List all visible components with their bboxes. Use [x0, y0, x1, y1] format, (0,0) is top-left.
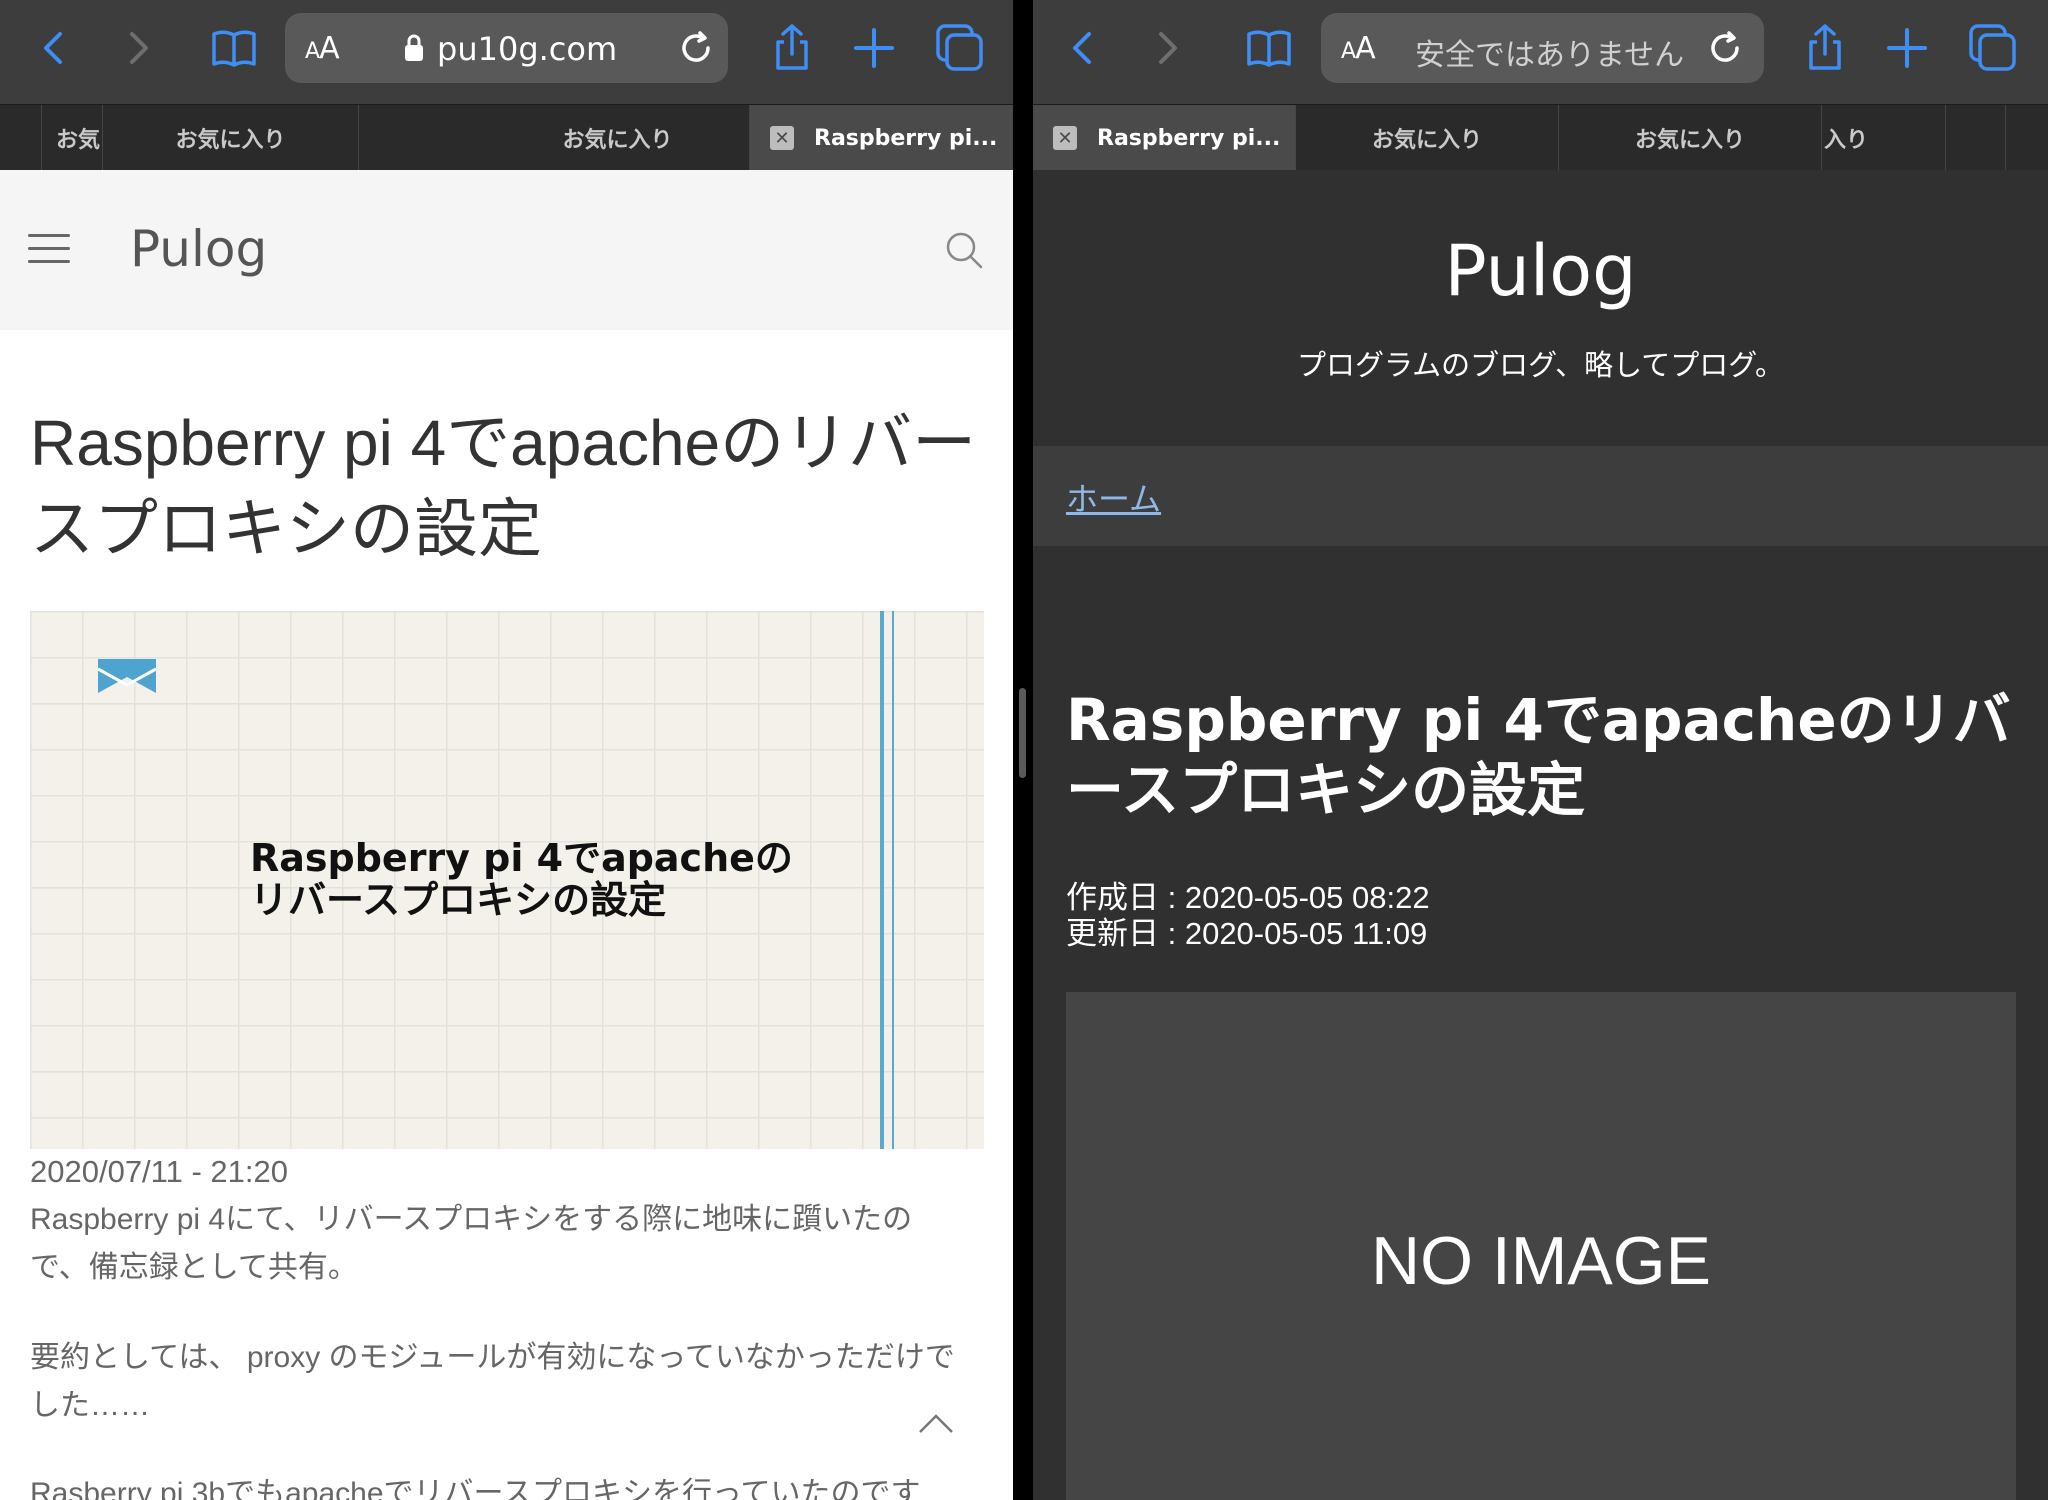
lock-icon: [405, 34, 423, 61]
tab-stub[interactable]: [1946, 105, 2006, 171]
article-date: 2020/07/11 - 21:20: [30, 1154, 288, 1189]
tab-favorites[interactable]: お気に入り: [486, 105, 750, 171]
site-header: Pulog プログラムのブログ、略してプログ。: [1033, 170, 2048, 446]
hero-caption: Raspberry pi 4でapacheの リバースプロキシの設定: [250, 836, 793, 922]
reader-text-size-button[interactable]: AAAA: [305, 31, 340, 66]
tab-raspberry-pi-active[interactable]: ✕ Raspberry pi...: [1033, 105, 1296, 171]
no-image-placeholder: NO IMAGE: [1066, 992, 2016, 1500]
no-image-label: NO IMAGE: [1370, 1223, 1712, 1299]
bookmark-ribbon-icon: [98, 659, 156, 693]
share-icon[interactable]: [764, 20, 820, 76]
breadcrumb-home-link[interactable]: ホーム: [1066, 474, 1161, 520]
share-icon[interactable]: [1797, 20, 1853, 76]
site-header: Pulog: [0, 170, 1013, 330]
site-title[interactable]: Pulog: [1033, 230, 2048, 312]
left-address-bar[interactable]: AAAA pu10g.com: [285, 13, 728, 83]
left-url-text: pu10g.com: [437, 30, 618, 68]
tab-raspberry-pi-active[interactable]: ✕ Raspberry pi...: [750, 105, 1013, 171]
tab-favorites[interactable]: お気に入り: [1559, 105, 1822, 171]
close-tab-icon[interactable]: ✕: [770, 126, 794, 150]
right-address-bar[interactable]: AA 安全ではありません: [1321, 13, 1764, 83]
search-icon[interactable]: [944, 230, 984, 270]
menu-icon[interactable]: [28, 234, 70, 264]
article-paragraph: 要約としては、 proxy のモジュールが有効になっていなかっただけでした……: [30, 1341, 955, 1422]
tab-spacer: [359, 105, 486, 171]
reload-icon[interactable]: [675, 27, 717, 69]
article-title: Raspberry pi 4でapacheのリバースプロキシの設定: [1066, 686, 2011, 824]
right-browser-pane: AA 安全ではありません ✕ Raspberry pi... お気に入り お気に入…: [1033, 0, 2048, 1500]
reader-text-size-button[interactable]: AA: [1341, 31, 1376, 66]
right-tab-bar: ✕ Raspberry pi... お気に入り お気に入り 入り: [1033, 104, 2048, 171]
tab-stub[interactable]: [2006, 105, 2048, 171]
tab-favorites[interactable]: お気に入り: [1296, 105, 1559, 171]
new-tab-icon[interactable]: [846, 20, 902, 76]
tab-stub[interactable]: [0, 105, 42, 171]
article-title: Raspberry pi 4でapacheのリバースプロキシの設定: [30, 407, 977, 565]
split-view-handle[interactable]: [1019, 688, 1026, 778]
left-toolbar: AAAA pu10g.com: [0, 0, 1013, 104]
back-icon[interactable]: [1055, 20, 1111, 76]
article-hero-image[interactable]: Raspberry pi 4でapacheの リバースプロキシの設定: [30, 611, 984, 1149]
tab-favorites[interactable]: お気に入り: [103, 105, 359, 171]
close-tab-icon[interactable]: ✕: [1053, 126, 1077, 150]
article-paragraph: Raspberry pi 4にて、リバースプロキシをする際に地味に躓いたので、備…: [30, 1203, 913, 1284]
not-secure-label: 安全ではありません: [1415, 38, 1685, 73]
tab-favorites[interactable]: 入り: [1822, 105, 1946, 171]
forward-icon[interactable]: [1139, 20, 1195, 76]
site-title[interactable]: Pulog: [130, 220, 267, 278]
right-toolbar: AA 安全ではありません: [1033, 0, 2048, 104]
left-browser-pane: AAAA pu10g.com お気 お気に入り お気に入り ✕Raspberry…: [0, 0, 1013, 1500]
left-tab-bar: お気 お気に入り お気に入り ✕ Raspberry pi...: [0, 104, 1013, 171]
new-tab-icon[interactable]: [1879, 20, 1935, 76]
forward-icon[interactable]: [110, 20, 166, 76]
site-tagline: プログラムのブログ、略してプログ。: [1297, 348, 1784, 382]
updated-date: 更新日 : 2020-05-05 11:09: [1066, 916, 1428, 951]
article-paragraph: Rasberry pi 3bでもapacheでリバースプロキシを行っていたのです: [30, 1477, 921, 1500]
reload-icon[interactable]: [1704, 27, 1746, 69]
back-icon[interactable]: [26, 20, 82, 76]
tabs-overview-icon[interactable]: [932, 20, 988, 76]
scroll-to-top-icon[interactable]: [916, 1410, 956, 1436]
breadcrumb: ホーム: [1033, 446, 2048, 546]
tabs-overview-icon[interactable]: [1965, 20, 2021, 76]
bookmarks-icon[interactable]: [206, 20, 262, 76]
bookmarks-icon[interactable]: [1241, 20, 1297, 76]
tab-favorites[interactable]: お気: [42, 105, 103, 171]
